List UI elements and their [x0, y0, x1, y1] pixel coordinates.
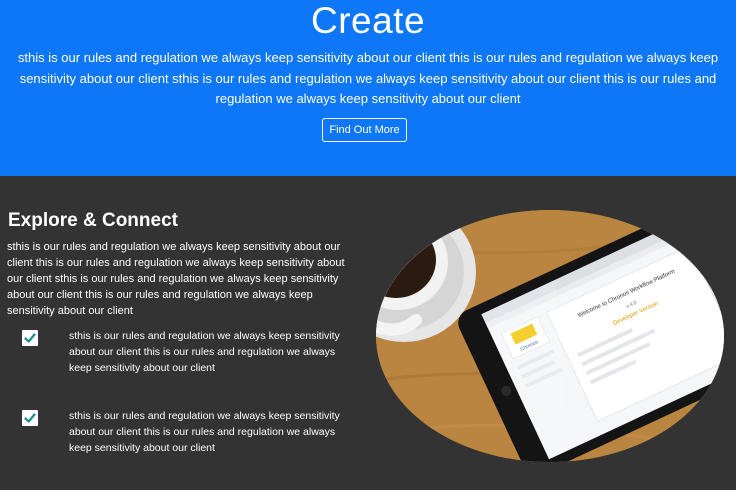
- feature-text: sthis is our rules and regulation we alw…: [69, 330, 340, 374]
- hero-title: Create: [310, 0, 426, 41]
- section-title: Explore & Connect: [8, 210, 178, 231]
- feature-text: sthis is our rules and regulation we alw…: [69, 410, 340, 454]
- feature-item: sthis is our rules and regulation we alw…: [0, 408, 370, 458]
- tablet-coffee-photo: Chronos Welcome to Chronos Workflow Plat…: [376, 210, 724, 462]
- check-icon: [22, 330, 38, 346]
- check-icon: [22, 410, 38, 426]
- hero-description: sthis is our rules and regulation we alw…: [17, 50, 719, 106]
- hero-banner: Create sthis is our rules and regulation…: [0, 0, 736, 176]
- tablet-photo-illustration: Chronos Welcome to Chronos Workflow Plat…: [376, 210, 724, 462]
- find-out-more-button[interactable]: Find Out More: [322, 118, 407, 142]
- section-description: sthis is our rules and regulation we alw…: [7, 241, 345, 317]
- feature-item: sthis is our rules and regulation we alw…: [0, 328, 370, 378]
